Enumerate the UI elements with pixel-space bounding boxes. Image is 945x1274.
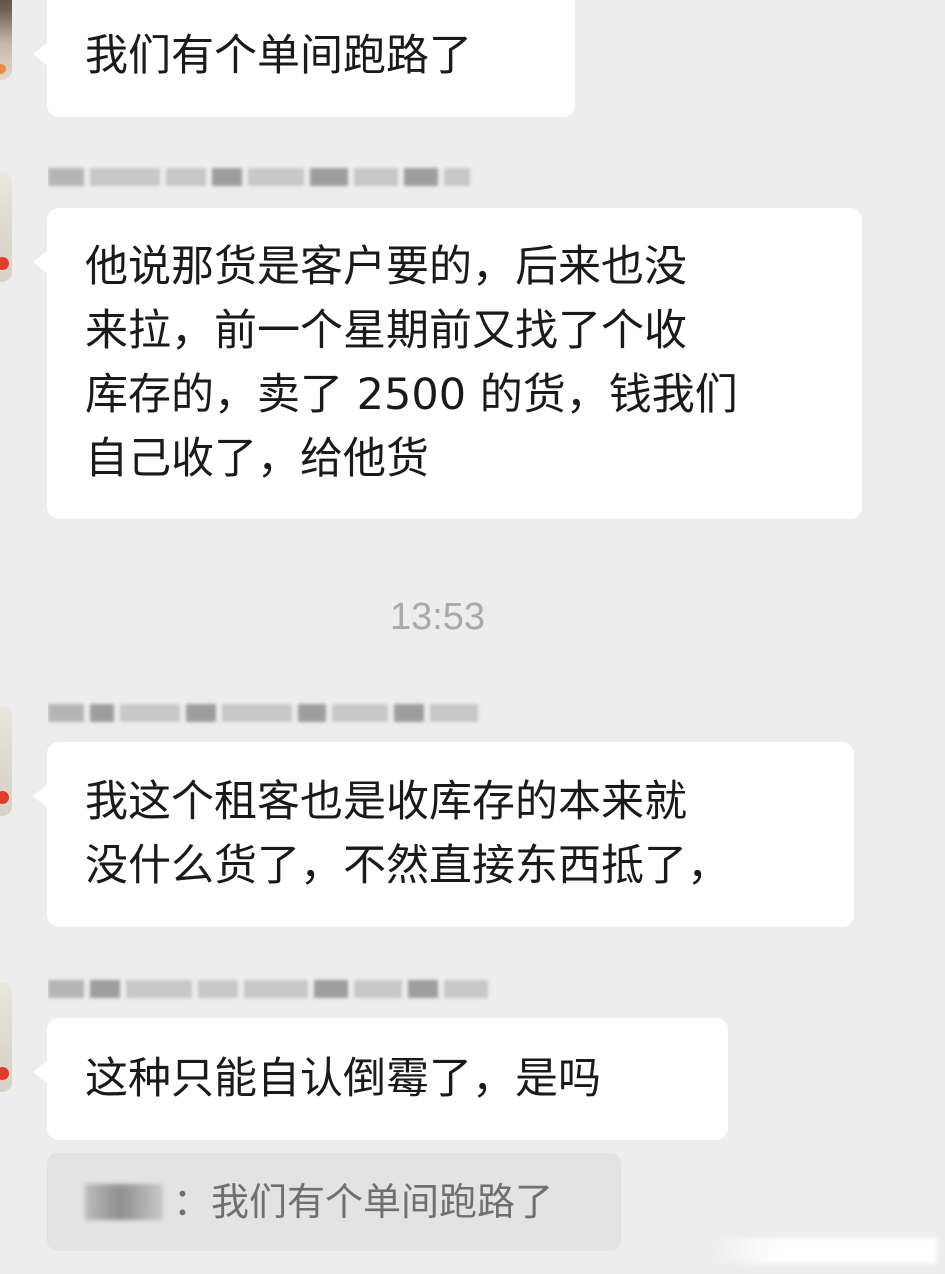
sender-name-obscured bbox=[48, 158, 528, 192]
message-text-line: 库存的，卖了 2500 的货，钱我们 bbox=[85, 370, 738, 420]
message-text: 我们有个单间跑路了 bbox=[85, 31, 472, 81]
message-text-line: 我这个租客也是收库存的本来就 bbox=[85, 777, 687, 827]
watermark bbox=[707, 1238, 937, 1264]
avatar-icon[interactable] bbox=[0, 172, 12, 282]
message-bubble[interactable]: 他说那货是客户要的，后来也没 来拉，前一个星期前又找了个收 库存的，卖了 250… bbox=[33, 208, 862, 519]
message-bubble[interactable]: 我这个租客也是收库存的本来就 没什么货了，不然直接东西抵了， bbox=[33, 742, 854, 927]
avatar-icon[interactable] bbox=[0, 706, 12, 816]
avatar-badge bbox=[0, 64, 6, 74]
quoted-separator: ： bbox=[173, 1180, 212, 1224]
message-text-line: 没什么货了，不然直接东西抵了， bbox=[85, 841, 730, 891]
avatar-badge bbox=[0, 791, 9, 804]
message-text-line: 来拉，前一个星期前又找了个收 bbox=[85, 306, 687, 356]
quoted-message[interactable]: ：我们有个单间跑路了 bbox=[47, 1153, 621, 1251]
message-text-line: 他说那货是客户要的，后来也没 bbox=[85, 242, 687, 292]
timestamp: 13:53 bbox=[389, 596, 486, 638]
avatar-icon[interactable] bbox=[0, 982, 12, 1092]
avatar-badge bbox=[0, 257, 9, 270]
sender-name-obscured bbox=[48, 694, 528, 728]
message-text-line: 自己收了，给他货 bbox=[85, 434, 429, 484]
quoted-text: 我们有个单间跑路了 bbox=[211, 1180, 554, 1224]
message-text: 这种只能自认倒霉了，是吗 bbox=[85, 1054, 601, 1104]
quoted-sender-obscured bbox=[85, 1183, 163, 1220]
message-bubble[interactable]: 我们有个单间跑路了 bbox=[33, 0, 575, 117]
avatar-icon[interactable] bbox=[0, 0, 12, 80]
message-bubble[interactable]: 这种只能自认倒霉了，是吗 bbox=[33, 1018, 728, 1140]
avatar-badge bbox=[0, 1067, 9, 1080]
sender-name-obscured bbox=[48, 970, 528, 1004]
